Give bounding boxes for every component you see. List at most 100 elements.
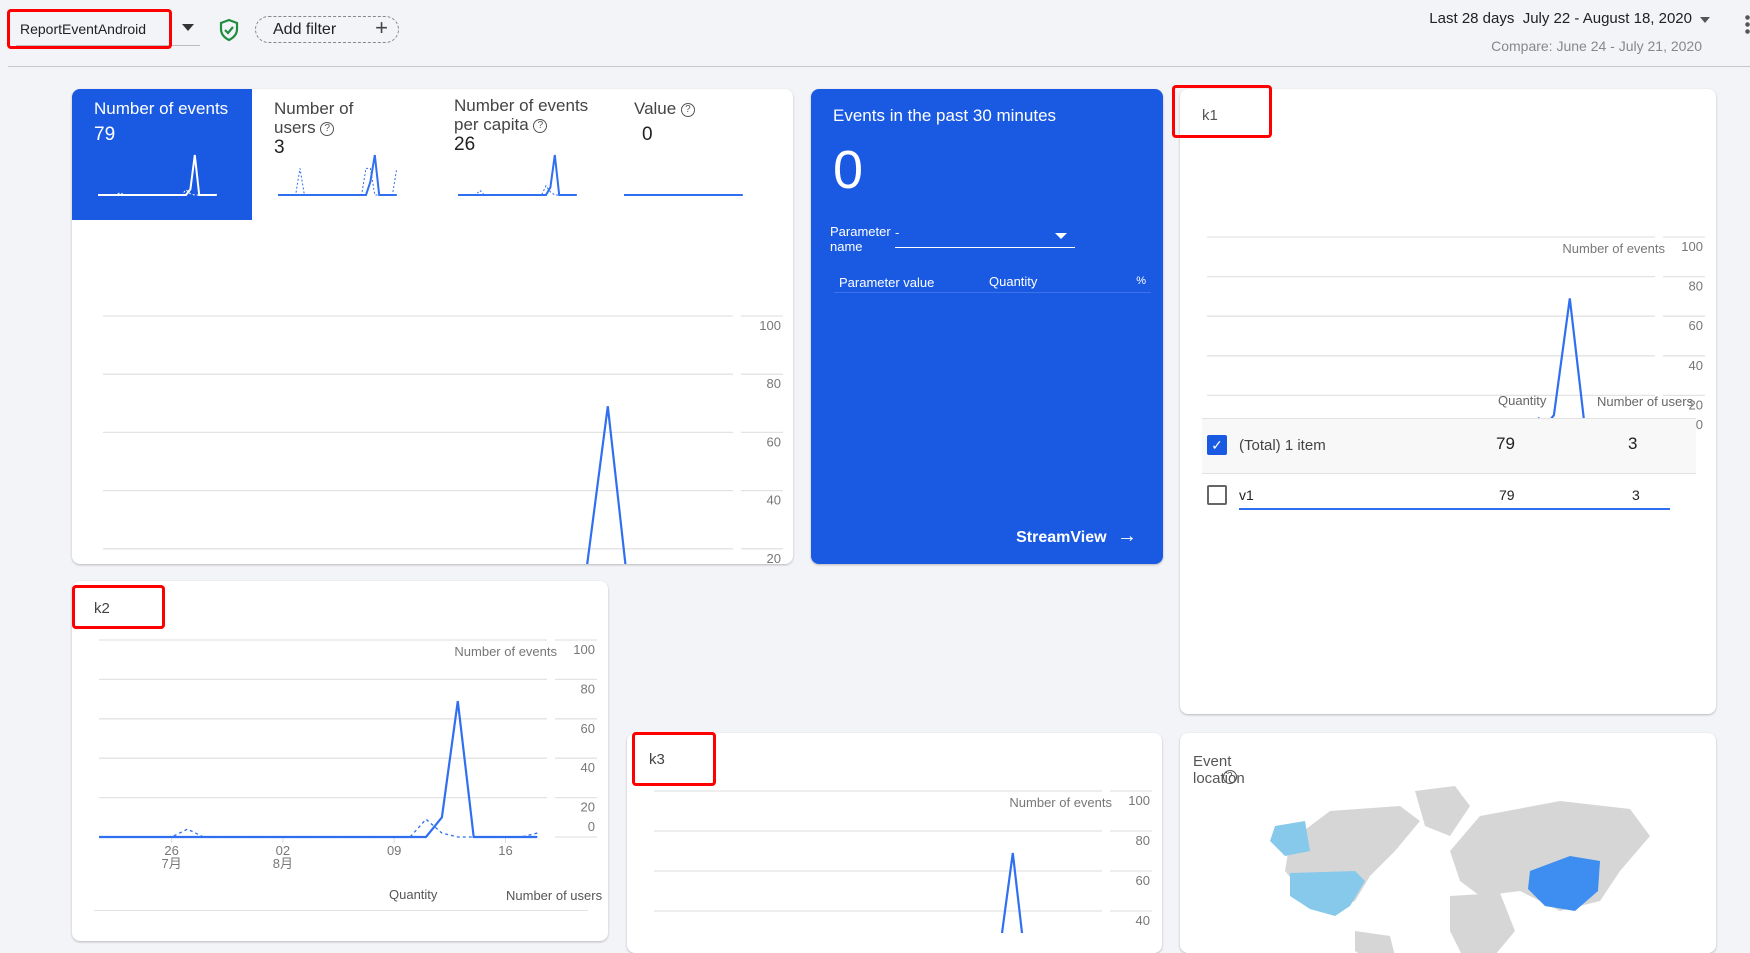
y-tick-label: 40	[1136, 913, 1150, 928]
streamview-label: StreamView	[1016, 529, 1107, 546]
row-label: v1	[1239, 487, 1254, 503]
highlight-box	[7, 9, 172, 49]
y-tick-label: 100	[759, 318, 781, 333]
metric-tab-events[interactable]: Number of events 79	[72, 89, 252, 220]
parameter-name-value: -	[895, 225, 900, 240]
map-greenland	[1415, 786, 1470, 836]
highlight-box	[632, 732, 716, 786]
col-percent: %	[1136, 275, 1146, 287]
table-row-total[interactable]: ✓ (Total) 1 item 79 3	[1202, 418, 1696, 474]
parameter-name-label: Parameter name	[830, 224, 891, 254]
divider	[8, 66, 1750, 67]
col-parameter-value: Parameter value	[839, 275, 935, 290]
events-overview-card: Number of events 79 Number of users ? 3 …	[72, 89, 793, 564]
highlight-box	[72, 585, 165, 629]
x-tick-label: 16	[498, 843, 512, 858]
x-tick-month: 8月	[273, 856, 293, 871]
map-alaska	[1270, 821, 1310, 856]
map-africa	[1450, 893, 1515, 953]
y-tick-label: 60	[1689, 318, 1703, 333]
row-users: 3	[1632, 487, 1640, 503]
row-users: 3	[1628, 434, 1638, 453]
date-range: July 22 - August 18, 2020	[1522, 10, 1692, 27]
y-tick-label: 80	[1136, 833, 1150, 848]
col-quantity: Quantity	[1498, 393, 1547, 408]
highlight-box	[1172, 85, 1272, 138]
k2-line-chart: 100806040200Number of events267月028月09 16	[99, 639, 597, 871]
y-tick-label: 60	[767, 434, 781, 449]
chevron-down-icon[interactable]	[1700, 17, 1710, 23]
realtime-value: 0	[833, 140, 864, 200]
metric-value: 0	[642, 124, 653, 145]
metric-tab-events-per-capita[interactable]: Number of events per capita ? 26	[432, 89, 612, 220]
shield-check-icon	[219, 18, 239, 42]
sparkline	[278, 154, 398, 196]
world-map[interactable]	[1180, 781, 1716, 953]
y-tick-label: 100	[1128, 793, 1150, 808]
y-tick-label: 100	[573, 642, 595, 657]
y-tick-label: 20	[581, 800, 595, 815]
sparkline	[98, 154, 217, 196]
y-tick-label: 40	[1689, 358, 1703, 373]
series-line	[1541, 298, 1587, 429]
x-tick-month: 7月	[161, 856, 181, 871]
k1-line-chart: 100806040200Number of events267月028月0916	[1207, 236, 1705, 429]
realtime-title: Events in the past 30 minutes	[833, 106, 1057, 125]
y-tick-label: 60	[581, 721, 595, 736]
y-tick-label: 100	[1681, 239, 1703, 254]
y-tick-label: 0	[1696, 417, 1703, 429]
y-tick-label: 80	[767, 376, 781, 391]
y-tick-label: 40	[581, 760, 595, 775]
y-axis-label: Number of events	[1009, 795, 1112, 810]
sparkline-current	[458, 154, 577, 196]
row-label: (Total) 1 item	[1239, 437, 1326, 454]
chevron-down-icon[interactable]	[182, 24, 194, 31]
metric-label: Number of events per capita ?	[454, 96, 589, 134]
date-preset: Last 28 days	[1429, 10, 1515, 27]
add-filter-label: Add filter	[273, 21, 337, 38]
map-south-america	[1355, 931, 1395, 953]
metric-label: Value ?	[634, 99, 770, 118]
k1-card: k1 100806040200Number of events267月028月0…	[1180, 89, 1716, 714]
k2-card: k2 100 80 60 40 20 0 Number of events 26 7月 02 8月 0…	[72, 581, 608, 941]
y-tick-label: 0	[588, 819, 595, 834]
checkbox-unchecked[interactable]	[1207, 485, 1227, 505]
event-location-card: Event location?	[1180, 733, 1716, 953]
series-line	[586, 406, 627, 564]
streamview-link[interactable]: StreamView →	[1016, 525, 1137, 548]
date-range-picker[interactable]: Last 28 days July 22 - August 18, 2020	[1429, 10, 1692, 27]
y-tick-label: 60	[1136, 873, 1150, 888]
compare-range: Compare: June 24 - July 21, 2020	[1491, 38, 1702, 54]
more-menu-icon[interactable]	[1745, 14, 1750, 34]
y-axis-label: Number of events	[1562, 241, 1665, 256]
col-quantity: Quantity	[389, 887, 438, 902]
row-quantity: 79	[1496, 434, 1515, 453]
events-line-chart: 100806040200267月028月0916	[103, 315, 783, 564]
parameter-name-select[interactable]: -	[895, 224, 1075, 248]
plus-icon: +	[375, 15, 388, 40]
metric-tab-value[interactable]: Value ? 0	[612, 89, 792, 220]
y-axis-label: Number of events	[454, 644, 557, 659]
help-icon[interactable]: ?	[320, 121, 335, 136]
sparkline	[458, 154, 577, 196]
map-usa	[1290, 871, 1365, 916]
sparkline-current	[98, 154, 217, 196]
checkbox-checked[interactable]: ✓	[1207, 435, 1227, 455]
divider	[94, 910, 588, 911]
y-tick-label: 20	[767, 551, 781, 564]
y-tick-label: 40	[767, 493, 781, 508]
table-row[interactable]: v1 79 3	[1202, 477, 1696, 511]
row-share-bar	[1239, 508, 1670, 510]
help-icon[interactable]: ?	[680, 102, 695, 117]
col-users: Number of users	[1597, 394, 1694, 409]
series-line	[99, 700, 538, 839]
realtime-card: Events in the past 30 minutes 0 Paramete…	[811, 89, 1163, 564]
add-filter-button[interactable]: Add filter +	[255, 15, 399, 43]
sparkline	[624, 194, 743, 196]
realtime-table-header: Parameter value Quantity %	[834, 274, 1151, 293]
y-tick-label: 80	[581, 681, 595, 696]
metric-tab-users[interactable]: Number of users ? 3	[252, 89, 432, 220]
x-tick-label: 09	[387, 843, 401, 858]
help-icon[interactable]: ?	[533, 118, 548, 133]
metric-label: Number of events	[94, 99, 229, 118]
